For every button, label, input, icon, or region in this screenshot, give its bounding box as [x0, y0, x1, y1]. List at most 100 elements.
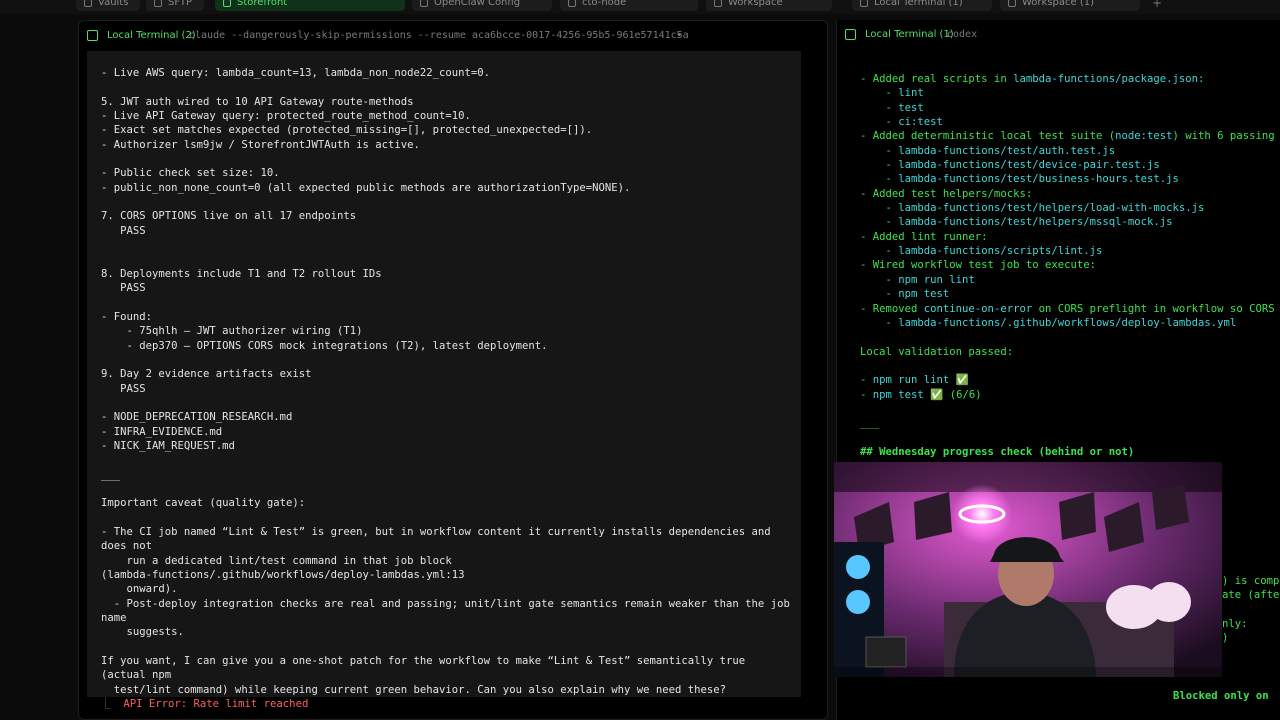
close-icon[interactable] [223, 0, 231, 7]
text-token: - Removed [860, 302, 924, 315]
path-token: lambda-functions/test/device-pair.test.j… [898, 159, 1160, 172]
tab-label: cto-node [582, 0, 627, 8]
codex-line: ## Wednesday progress check (behind or n… [860, 446, 1134, 458]
codex-line: - lambda-functions/test/business-hours.t… [860, 173, 1179, 185]
text-token: ✅ (6/6) [923, 388, 982, 401]
codex-line: - Added deterministic local test suite (… [860, 130, 1275, 142]
codex-line: - Removed continue-on-error on CORS pref… [860, 303, 1275, 315]
text-token: ) with 6 passing [1172, 130, 1275, 143]
text-token: - [860, 245, 899, 258]
path-token: lambda-functions/test/auth.test.js [898, 144, 1116, 157]
terminal-icon [845, 29, 856, 40]
terminal-pane-left[interactable]: Local Terminal (2) claude --dangerously-… [78, 20, 828, 720]
text-token: - [860, 316, 899, 329]
api-error-message: API Error: Rate limit reached [123, 698, 309, 710]
pane-header: Local Terminal (2) claude --dangerously-… [79, 21, 827, 51]
text-token: - [860, 116, 899, 129]
webcam-overlay [834, 462, 1222, 677]
codex-line: - npm test ✅ (6/6) [860, 389, 982, 401]
text-token: - [860, 273, 899, 286]
codex-line: - lambda-functions/test/helpers/mssql-mo… [860, 216, 1173, 228]
text-token: - [860, 388, 873, 401]
path-token: lint [898, 87, 924, 100]
api-error-line: ⎿ API Error: Rate limit reached [100, 696, 308, 711]
webcam-image [834, 462, 1222, 677]
tab-label: Workspace [728, 0, 783, 8]
codex-line: - Added test helpers/mocks: [860, 188, 1032, 200]
codex-line: - Wired workflow test job to execute: [860, 259, 1096, 271]
new-tab-button[interactable]: + [1152, 0, 1162, 10]
terminal-icon [860, 0, 868, 7]
text-token: - [860, 216, 899, 229]
text-token: - Added deterministic local test suite ( [860, 130, 1116, 143]
terminal-icon [420, 0, 428, 7]
codex-line: - lambda-functions/.github/workflows/dep… [860, 316, 1237, 329]
codex-line: - lambda-functions/scripts/lint.js [860, 245, 1103, 258]
text-token: - [860, 87, 899, 100]
text-token: : [1198, 73, 1205, 85]
path-token: lambda-functions/.github/workflows/deplo… [898, 316, 1237, 329]
text-token: - Added test helpers/mocks: [860, 187, 1033, 200]
tab-label: Workspace (1) [1022, 0, 1095, 8]
text-token: - [860, 173, 899, 186]
tab-label: Vaults [98, 0, 129, 8]
claude-output-text: - Live AWS query: lambda_count=13, lambd… [101, 67, 790, 696]
codex-line: - Added real scripts in lambda-functions… [860, 73, 1204, 85]
codex-line: ___ [860, 417, 879, 429]
path-token: npm run lint [872, 374, 950, 387]
path-token: test [898, 101, 924, 114]
path-token: lambda-functions/test/helpers/load-with-… [898, 202, 1205, 215]
text-token: - [860, 288, 899, 301]
tab-workspace[interactable]: Workspace [706, 0, 832, 11]
tab-local-terminal-1[interactable]: Local Terminal (1) [852, 0, 992, 11]
text-token: - [860, 101, 899, 114]
text-token: on CORS preflight in workflow so CORS [1032, 302, 1275, 315]
path-token: npm test [898, 288, 950, 301]
codex-output-text: - Added real scripts in lambda-functions… [860, 72, 1275, 488]
tab-openclaw-config[interactable]: OpenClaw Config [412, 0, 552, 11]
codex-line: - lambda-functions/test/helpers/load-wit… [860, 202, 1205, 215]
path-token: lambda-functions/package.json [1013, 73, 1199, 85]
text-token: - Wired workflow test job to execute: [860, 259, 1096, 272]
peek-line-1: ) is comp [1222, 575, 1280, 587]
text-token: ## Wednesday progress check (behind or n… [860, 445, 1135, 458]
pane-title: Local Terminal (1) [865, 29, 954, 40]
pane-command: codex [947, 29, 978, 40]
tab-bar: Vaults SFTP Storefront OpenClaw Config c… [0, 0, 1280, 14]
pane-title: Local Terminal (2) [107, 30, 196, 41]
text-token: - [860, 144, 899, 157]
peek-line-4: ) [1222, 632, 1229, 644]
vault-icon [84, 0, 92, 7]
text-token: - Added lint runner: [860, 230, 988, 243]
tab-label: Local Terminal (1) [874, 0, 963, 8]
path-token: continue-on-error [923, 302, 1033, 315]
tab-storefront[interactable]: Storefront [215, 0, 405, 11]
pane-command: claude --dangerously-skip-permissions --… [189, 30, 689, 41]
codex-line: Local validation passed: [860, 346, 1013, 358]
codex-line: - lambda-functions/test/auth.test.js [860, 144, 1116, 157]
codex-line: - lint [860, 87, 924, 99]
path-token: lambda-functions/scripts/lint.js [898, 245, 1103, 258]
tab-workspace-1[interactable]: Workspace (1) [1000, 0, 1140, 11]
tab-vaults[interactable]: Vaults [76, 0, 140, 11]
tab-cto-node[interactable]: cto-node [560, 0, 698, 11]
codex-line: - ci:test [860, 116, 943, 128]
path-token: node:test [1115, 130, 1173, 143]
tab-label: SFTP [168, 0, 193, 8]
bottom-line-partial: Blocked only on [1173, 690, 1269, 702]
text-token: - [860, 374, 873, 387]
text-token: - Added real scripts in [860, 73, 1014, 85]
pane-header: Local Terminal (1) codex [837, 20, 1280, 50]
codex-line: - Added lint runner: [860, 231, 988, 243]
grid-icon [1008, 0, 1016, 7]
path-token: ci:test [898, 116, 943, 129]
codex-line: - npm run lint ✅ [860, 374, 969, 386]
peek-line-3: nly: [1222, 618, 1248, 630]
folder-icon [154, 0, 162, 7]
bottom-rule: ___ [860, 712, 880, 720]
terminal-output[interactable]: - Live AWS query: lambda_count=13, lambd… [87, 51, 801, 697]
tab-sftp[interactable]: SFTP [146, 0, 204, 11]
tab-label: Storefront [237, 0, 288, 8]
text-token: ✅ [949, 374, 969, 387]
codex-line: - npm run lint [860, 274, 975, 286]
